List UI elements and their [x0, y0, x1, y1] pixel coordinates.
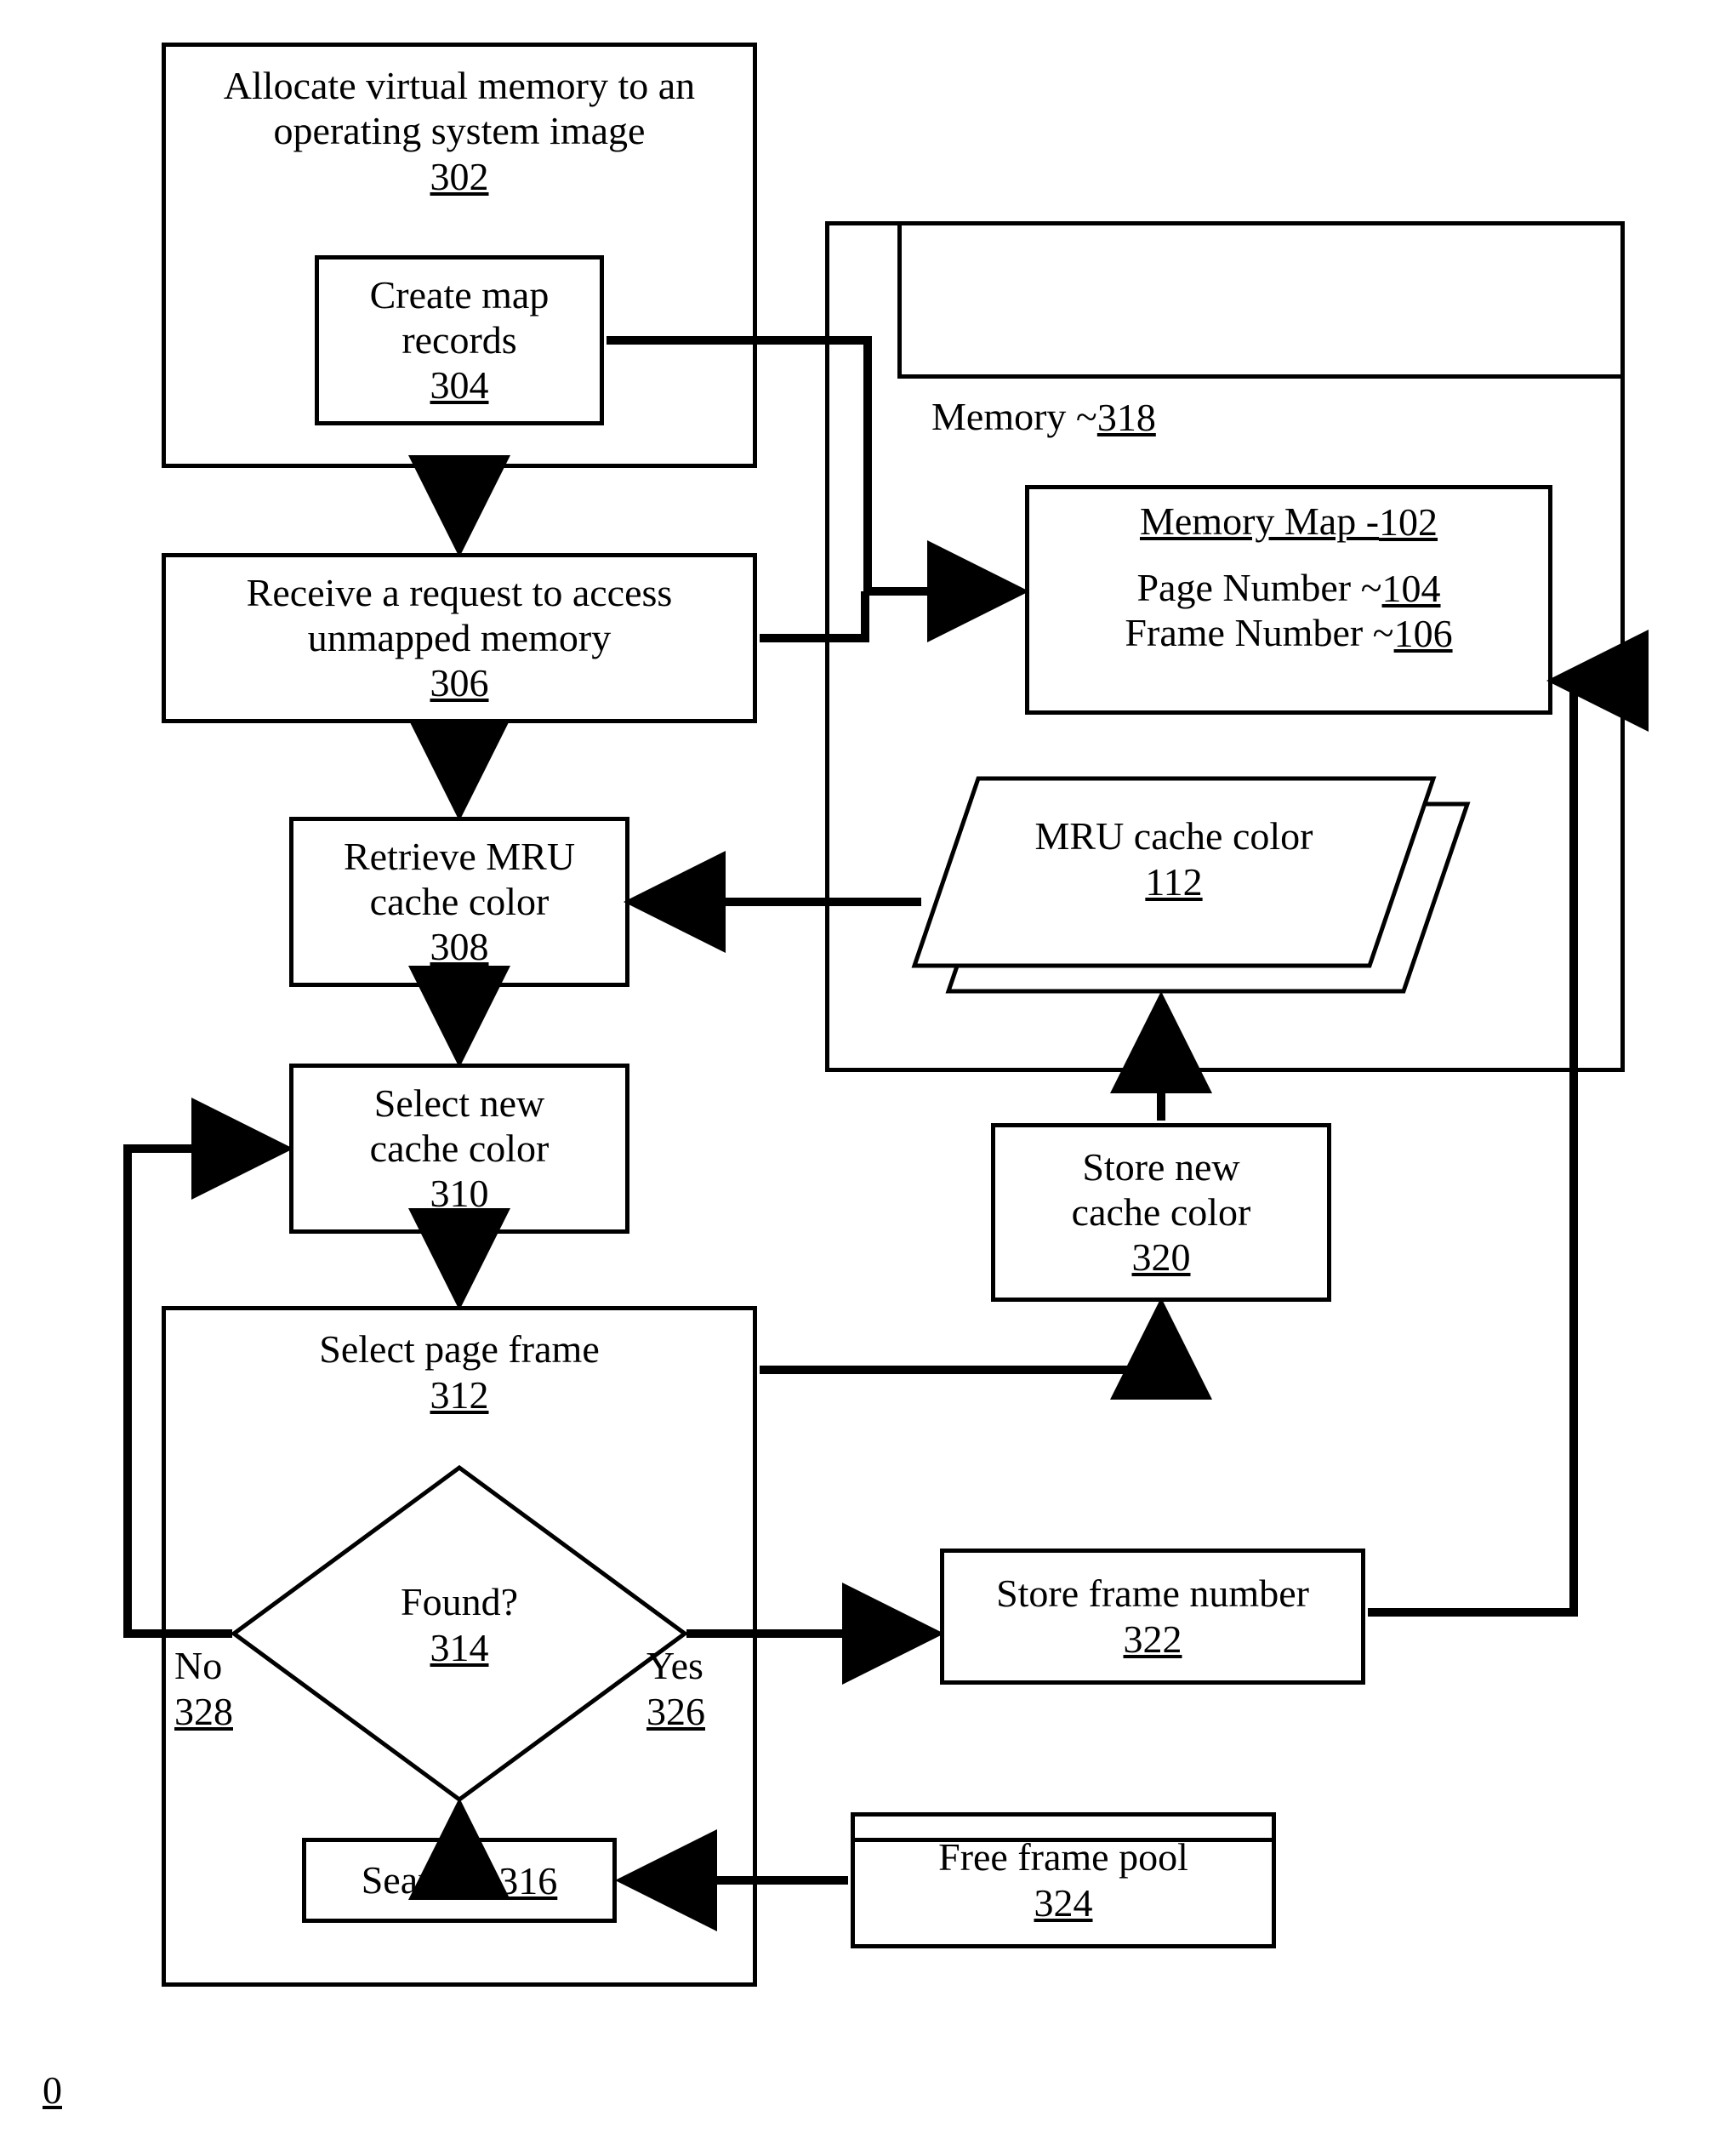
mru-cache-color-box: MRU cache color 112 [995, 804, 1353, 915]
store-frame-line1: Store frame number [996, 1571, 1309, 1617]
no-label-box: No 328 [174, 1642, 268, 1736]
no-ref: 328 [174, 1689, 233, 1734]
create-map-records-box: Create map records 304 [315, 255, 604, 425]
store-frame-number-box: Store frame number 322 [940, 1549, 1365, 1685]
store-cc-ref: 320 [1132, 1235, 1191, 1280]
mru-cc-ref: 112 [1145, 859, 1202, 904]
search-ref: 316 [498, 1858, 557, 1903]
memory-label: Memory ~ [931, 395, 1097, 440]
select-cc-ref: 310 [430, 1171, 489, 1216]
memory-map-frame-row: Frame Number ~ 106 [1125, 611, 1452, 656]
yes-label: Yes [646, 1644, 703, 1689]
memory-ref: 318 [1097, 395, 1156, 440]
select-cc-line1: Select new [374, 1081, 545, 1126]
mru-cc-line1: MRU cache color [1035, 814, 1313, 859]
yes-ref: 326 [646, 1689, 705, 1734]
memory-map-frame-ref: 106 [1394, 611, 1453, 656]
yes-label-box: Yes 326 [646, 1642, 740, 1736]
create-map-line1: Create map [370, 273, 550, 318]
store-new-cc-box: Store new cache color 320 [991, 1123, 1331, 1302]
store-frame-ref: 322 [1124, 1617, 1182, 1662]
retrieve-mru-ref: 308 [430, 924, 489, 969]
receive-ref: 306 [430, 660, 489, 705]
search-label: Search ~ [362, 1858, 499, 1903]
store-cc-line2: cache color [1072, 1190, 1251, 1235]
retrieve-mru-line1: Retrieve MRU [344, 835, 575, 880]
retrieve-mru-line2: cache color [370, 880, 550, 925]
memory-inner-divider-vert [897, 221, 902, 379]
select-pf-line1: Select page frame [319, 1327, 599, 1372]
memory-label-box: Memory ~ 318 [931, 391, 1289, 442]
create-map-line2: records [402, 318, 516, 363]
found-decision-content: Found? 314 [340, 1574, 578, 1676]
memory-map-title-row: Memory Map - 102 [1140, 499, 1438, 545]
free-pool-ref: 324 [1034, 1880, 1093, 1925]
memory-inner-divider-horiz [897, 374, 1625, 379]
memory-map-title-ref: 102 [1379, 499, 1438, 545]
select-pf-ref: 312 [430, 1372, 489, 1417]
allocate-ref: 302 [430, 154, 489, 199]
memory-map-title: Memory Map - [1140, 499, 1379, 545]
figure-footer-ref: 0 [43, 2068, 62, 2113]
receive-line1: Receive a request to access [247, 571, 673, 616]
found-ref: 314 [430, 1625, 489, 1670]
store-cc-line1: Store new [1082, 1145, 1239, 1190]
memory-map-box: Memory Map - 102 Page Number ~ 104 Frame… [1025, 485, 1552, 715]
receive-line2: unmapped memory [308, 616, 611, 661]
memory-map-page-row: Page Number ~ 104 [1136, 566, 1440, 611]
select-new-cc-box: Select new cache color 310 [289, 1064, 629, 1234]
free-pool-header-divider [851, 1838, 1276, 1842]
receive-request-box: Receive a request to access unmapped mem… [162, 553, 757, 723]
memory-map-page: Page Number ~ [1136, 566, 1381, 611]
allocate-line1: Allocate virtual memory to an [224, 64, 695, 109]
free-frame-pool-box: Free frame pool 324 [851, 1812, 1276, 1948]
retrieve-mru-box: Retrieve MRU cache color 308 [289, 817, 629, 987]
memory-map-page-ref: 104 [1382, 566, 1441, 611]
select-cc-line2: cache color [370, 1126, 550, 1172]
no-label: No [174, 1644, 222, 1689]
allocate-line2: operating system image [274, 109, 646, 154]
create-map-ref: 304 [430, 362, 489, 408]
memory-map-frame: Frame Number ~ [1125, 611, 1393, 656]
found-label: Found? [401, 1580, 518, 1625]
search-box: Search ~ 316 [302, 1838, 617, 1923]
